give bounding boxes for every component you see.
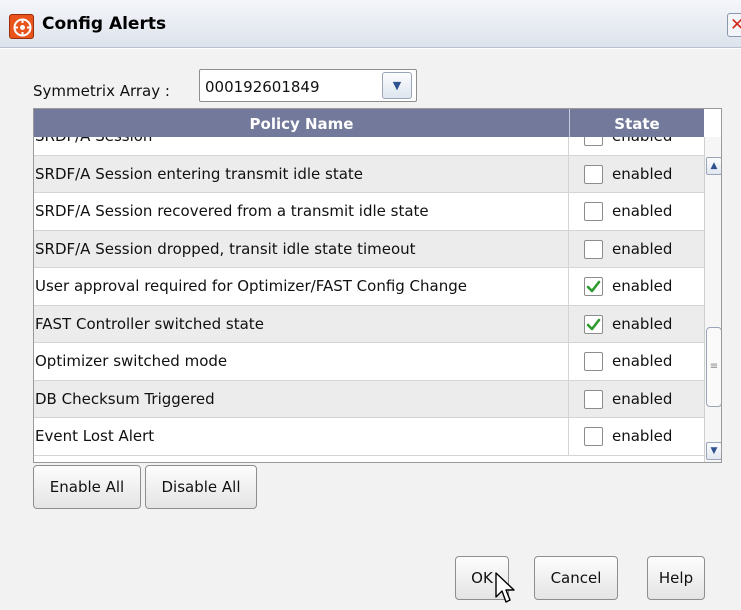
state-cell: enabled — [569, 381, 704, 418]
enable-all-button[interactable]: Enable All — [33, 465, 141, 509]
policy-name-cell: SRDF/A Session recovered from a transmit… — [34, 193, 569, 230]
checkbox-unchecked[interactable] — [584, 427, 603, 446]
window-title: Config Alerts — [42, 14, 167, 34]
scroll-down-button[interactable]: ▼ — [706, 442, 721, 460]
table-row[interactable]: SRDF/A Session recovered from a transmit… — [34, 193, 704, 231]
policy-name-cell: SRDF/A Session dropped, transit idle sta… — [34, 230, 569, 267]
symmetrix-array-label: Symmetrix Array : — [33, 82, 170, 100]
state-label: enabled — [612, 202, 673, 220]
state-cell: enabled — [569, 306, 704, 343]
cancel-button[interactable]: Cancel — [534, 556, 618, 600]
checkbox-unchecked[interactable] — [584, 202, 603, 221]
policy-name-cell: User approval required for Optimizer/FAS… — [34, 268, 569, 305]
policy-name-cell: SRDF/A Session — [34, 137, 569, 155]
checkbox-unchecked[interactable] — [584, 164, 603, 184]
state-label: enabled — [612, 164, 673, 183]
state-cell: enabled — [569, 418, 704, 455]
state-cell: enabled — [569, 268, 704, 305]
checkmark-icon — [586, 318, 601, 330]
table-body: SRDF/A Session enabled SRDF/A Session ente… — [34, 137, 704, 462]
state-cell: enabled — [569, 343, 704, 380]
policy-table: Policy Name State SRDF/A SessionenabledS… — [33, 108, 722, 463]
checkbox-unchecked[interactable] — [584, 239, 603, 259]
symmetrix-array-value: 000192601849 — [205, 78, 320, 96]
policy-name-cell: DB Checksum Triggered — [34, 380, 569, 417]
table-row[interactable]: SRDF/A Session entering transmit idle st… — [34, 155, 704, 193]
state-cell: enabled — [569, 231, 704, 268]
table-row[interactable]: Event Lost Alert enabled — [34, 418, 704, 456]
state-label: enabled — [612, 137, 672, 155]
vertical-scrollbar[interactable]: ▲ ≡ ▼ — [704, 137, 721, 462]
chevron-down-icon[interactable]: ▼ — [382, 72, 412, 99]
table-row[interactable]: SRDF/A Session enabled — [34, 137, 704, 156]
checkbox-unchecked[interactable] — [584, 352, 603, 371]
policy-name-cell: SRDF/A Session entering transmit idle st… — [34, 155, 569, 192]
help-button[interactable]: Help — [647, 556, 705, 600]
state-cell: enabled — [569, 193, 704, 230]
state-label: enabled — [612, 427, 673, 445]
close-button[interactable]: ✕ — [727, 13, 741, 37]
policy-name-cell: Event Lost Alert — [34, 418, 569, 455]
checkbox-checked[interactable] — [584, 277, 603, 296]
state-label: enabled — [612, 389, 673, 408]
table-row[interactable]: User approval required for Optimizer/FAS… — [34, 268, 704, 306]
checkbox-unchecked[interactable] — [584, 389, 603, 409]
title-bar: Config Alerts ✕ — [0, 0, 741, 48]
checkbox-unchecked[interactable] — [584, 137, 603, 146]
state-cell: enabled — [569, 156, 704, 193]
table-row[interactable]: FAST Controller switched state enabled — [34, 305, 704, 343]
scrollbar-thumb[interactable]: ≡ — [706, 327, 721, 407]
state-cell: enabled — [569, 137, 704, 155]
alert-config-icon — [9, 14, 34, 39]
state-label: enabled — [612, 314, 673, 333]
scroll-up-button[interactable]: ▲ — [706, 157, 721, 175]
table-row[interactable]: Optimizer switched mode enabled — [34, 343, 704, 381]
state-label: enabled — [612, 352, 673, 370]
disable-all-button[interactable]: Disable All — [145, 465, 257, 509]
checkmark-icon — [586, 280, 601, 293]
mouse-cursor-icon — [495, 572, 515, 603]
symmetrix-array-dropdown[interactable]: 000192601849 ▼ — [199, 69, 417, 102]
checkbox-checked[interactable] — [584, 314, 603, 334]
policy-name-cell: FAST Controller switched state — [34, 305, 569, 342]
column-header-policy-name[interactable]: Policy Name — [34, 109, 569, 137]
column-header-state[interactable]: State — [569, 109, 704, 137]
table-row[interactable]: SRDF/A Session dropped, transit idle sta… — [34, 230, 704, 268]
state-label: enabled — [612, 239, 673, 258]
state-label: enabled — [612, 277, 673, 295]
table-header: Policy Name State — [34, 109, 704, 137]
table-row[interactable]: DB Checksum Triggered enabled — [34, 380, 704, 418]
policy-name-cell: Optimizer switched mode — [34, 343, 569, 380]
